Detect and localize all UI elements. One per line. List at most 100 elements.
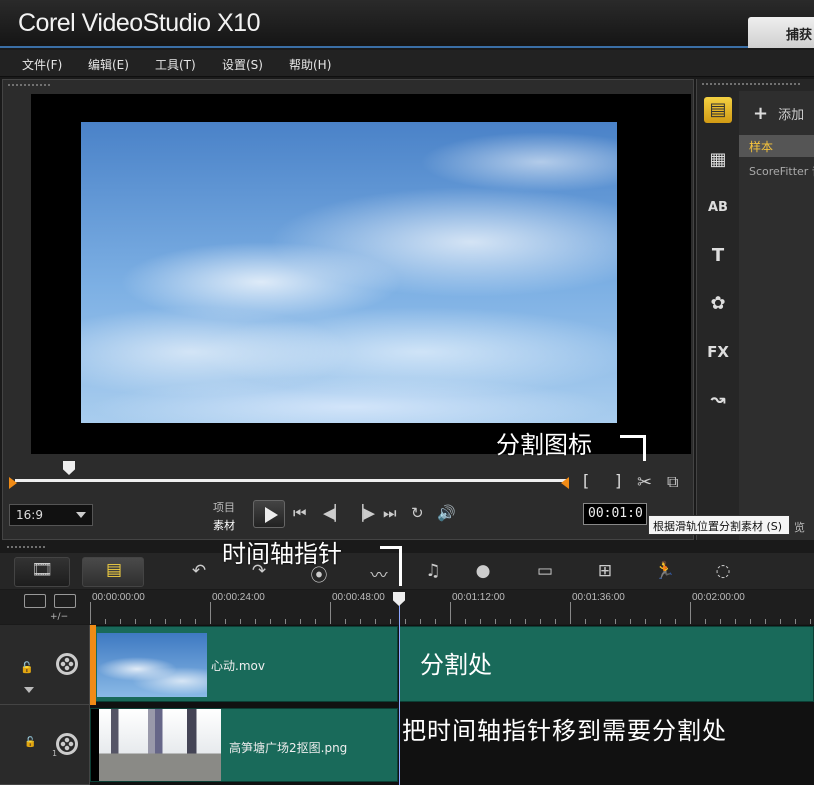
- play-icon: [265, 507, 278, 523]
- aspect-ratio-select[interactable]: 16:9: [9, 504, 93, 526]
- volume-icon[interactable]: 🔊: [437, 504, 456, 522]
- overlay-track-header: 🔓 1: [0, 705, 90, 785]
- clip-name: 高笋塘广场2抠图.png: [229, 741, 348, 755]
- library-folder-scorefitter[interactable]: ScoreFitter 音: [749, 163, 814, 179]
- library-sidebar: ▤ ▦ AB T ✿ FX ↝: [697, 91, 739, 540]
- tick-label: 00:00:48:00: [332, 592, 385, 603]
- tick-label: 00:00:24:00: [212, 592, 265, 603]
- scissors-icon[interactable]: ✂: [637, 472, 652, 493]
- tab-capture[interactable]: 捕获: [748, 17, 814, 48]
- lock-icon[interactable]: 🔓: [20, 661, 34, 674]
- video-frame: [81, 122, 617, 423]
- tick-mark: [330, 602, 331, 624]
- graphic-icon[interactable]: ✿: [704, 291, 732, 317]
- mode-project[interactable]: 项目: [213, 499, 235, 515]
- media-icon[interactable]: ▤: [704, 97, 732, 123]
- storyboard-view-button[interactable]: 🎞: [14, 557, 70, 587]
- overlay-clip[interactable]: 高笋塘广场2抠图.png: [90, 708, 398, 782]
- trim-in-marker[interactable]: [9, 477, 17, 489]
- mask-creator-icon[interactable]: ◌: [710, 561, 736, 583]
- path-icon[interactable]: ↝: [704, 387, 732, 413]
- panel-grip[interactable]: [7, 83, 51, 87]
- trim-out-marker[interactable]: [561, 477, 569, 489]
- split-tooltip: 根据滑轨位置分割素材 (S): [648, 515, 790, 535]
- library-grip[interactable]: [701, 82, 801, 86]
- scrub-knob[interactable]: [63, 461, 75, 475]
- go-to-end-icon[interactable]: ⏭: [383, 504, 397, 522]
- instant-project-icon[interactable]: ▦: [704, 147, 732, 173]
- play-button[interactable]: [253, 500, 285, 528]
- lock-icon[interactable]: 🔓: [24, 737, 36, 748]
- track-manager-icon[interactable]: [24, 594, 46, 608]
- chapter-point-icon[interactable]: [54, 594, 76, 608]
- timeline-icon: ▤: [105, 560, 123, 580]
- annotation-arrow: [380, 546, 402, 586]
- mark-in-button[interactable]: [: [583, 471, 589, 490]
- annotation-split-icon: 分割图标: [496, 431, 592, 459]
- subtitle-editor-icon[interactable]: ▭: [532, 561, 558, 583]
- clip-thumbnail: [91, 709, 221, 781]
- library-content: + 添加 样本 ScoreFitter 音: [739, 91, 814, 540]
- video-track: 🔓 心动.mov: [0, 625, 814, 705]
- mode-clip[interactable]: 素材: [213, 517, 235, 533]
- timeline-grip[interactable]: [6, 545, 46, 549]
- motion-tracking-icon[interactable]: ●: [470, 561, 496, 583]
- tick-mark: [210, 602, 211, 624]
- library-folder-sample[interactable]: 样本: [739, 135, 814, 157]
- preview-panel: [ ] ✂ ⧉ 16:9 项目 素材 ⏮ ◀▏ ▕▶ ⏭ ↻ 🔊 00:01:0: [2, 79, 694, 540]
- aspect-ratio-value: 16:9: [16, 508, 43, 522]
- track-expand-icon[interactable]: [24, 687, 34, 693]
- menu-settings[interactable]: 设置(S): [222, 56, 263, 73]
- menu-bar: 文件(F) 编辑(E) 工具(T) 设置(S) 帮助(H): [0, 50, 814, 77]
- time-remapping-icon[interactable]: 🏃: [652, 561, 678, 583]
- zoom-control[interactable]: +/−: [50, 612, 68, 622]
- tick-mark: [570, 602, 571, 624]
- title-bar: Corel VideoStudio X10 捕获: [0, 0, 814, 48]
- menu-file[interactable]: 文件(F): [22, 56, 62, 73]
- film-reel-icon: [56, 733, 78, 755]
- add-label: 添加: [778, 108, 805, 123]
- clip-selection-marker: [90, 625, 96, 705]
- tick-label: 00:02:00:00: [692, 592, 745, 603]
- timeline-toolbar: 🎞 ▤ ↶ ↷ ⦿ 〰 ♫ ● ▭ ⊞ 🏃 ◌: [0, 553, 814, 589]
- timecode-display[interactable]: 00:01:0: [583, 503, 647, 525]
- video-track-header: 🔓: [0, 625, 90, 705]
- track-number: 1: [52, 749, 58, 758]
- go-to-start-icon[interactable]: ⏮: [293, 504, 307, 522]
- chevron-down-icon: [76, 512, 86, 518]
- timeline-ruler[interactable]: +/− 00:00:00:00 00:00:24:00 00:00:48:00 …: [0, 590, 814, 624]
- undo-icon[interactable]: ↶: [186, 561, 212, 583]
- video-clip[interactable]: 心动.mov: [90, 626, 398, 702]
- annotation-arrow: [620, 435, 646, 461]
- tick-label: 00:01:12:00: [452, 592, 505, 603]
- menu-help[interactable]: 帮助(H): [289, 56, 331, 73]
- multi-camera-icon[interactable]: ⊞: [592, 561, 618, 583]
- clip-name: 心动.mov: [211, 659, 265, 673]
- scrub-bar[interactable]: [15, 479, 569, 482]
- playhead-line: [399, 600, 400, 785]
- filmstrip-icon: 🎞: [31, 560, 53, 580]
- previous-frame-icon[interactable]: ◀▏: [323, 504, 346, 522]
- timeline-view-button[interactable]: ▤: [82, 557, 144, 587]
- repeat-icon[interactable]: ↻: [411, 504, 424, 522]
- tick-label: 00:01:36:00: [572, 592, 625, 603]
- auto-music-icon[interactable]: ♫: [420, 561, 446, 583]
- clip-thumbnail: [97, 633, 207, 697]
- title-icon[interactable]: T: [704, 243, 732, 269]
- next-frame-icon[interactable]: ▕▶: [352, 504, 375, 522]
- menu-tools[interactable]: 工具(T): [155, 56, 196, 73]
- tick-label: 00:00:00:00: [92, 592, 145, 603]
- enlarge-icon[interactable]: ⧉: [667, 472, 678, 492]
- add-button[interactable]: + 添加: [753, 103, 804, 124]
- plus-icon: +: [753, 103, 769, 124]
- tick-mark: [690, 602, 691, 624]
- film-reel-icon: [56, 653, 78, 675]
- menu-edit[interactable]: 编辑(E): [88, 56, 129, 73]
- tick-mark: [450, 602, 451, 624]
- mark-out-button[interactable]: ]: [615, 471, 621, 490]
- preview-screen: [31, 94, 691, 454]
- transition-icon[interactable]: AB: [704, 195, 732, 221]
- filter-icon[interactable]: FX: [704, 339, 732, 365]
- tick-mark: [90, 602, 91, 624]
- library-panel: ▤ ▦ AB T ✿ FX ↝ + 添加 样本 ScoreFitter 音: [696, 79, 814, 540]
